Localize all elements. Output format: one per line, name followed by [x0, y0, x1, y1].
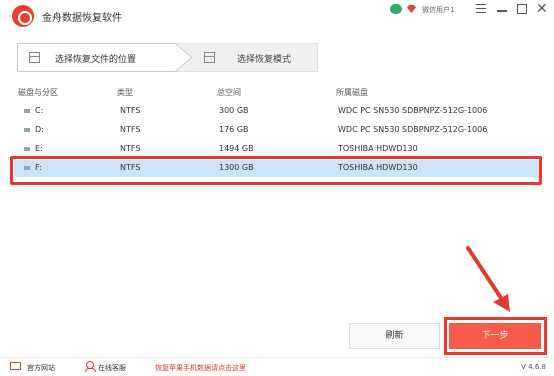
header-partition[interactable]: 磁盘与分区 — [18, 87, 58, 98]
vip-icon[interactable] — [407, 5, 416, 13]
wechat-icon[interactable] — [390, 4, 402, 14]
menu-icon[interactable] — [476, 4, 486, 13]
promo-link[interactable]: 恢复苹果手机数据请点击这里 — [155, 363, 246, 373]
cell-size: 176 GB — [219, 125, 249, 134]
step-recovery-mode-label: 选择恢复模式 — [237, 55, 292, 65]
step-recovery-mode: 选择恢复模式 — [177, 43, 318, 72]
cell-disk: TOSHIBA HDWD130 — [338, 144, 418, 153]
app-logo-icon — [12, 5, 34, 27]
cell-type: NTFS — [120, 144, 141, 153]
cell-disk: WDC PC SN530 SDBPNPZ-512G-1006 — [338, 106, 488, 115]
maximize-icon[interactable] — [517, 4, 527, 14]
drive-icon — [24, 128, 30, 132]
pointer-arrow-icon — [466, 246, 510, 312]
step-location: 选择恢复文件的位置 — [17, 43, 177, 72]
user-name[interactable]: 微信用户1 — [422, 5, 454, 15]
table-row[interactable]: C: NTFS 300 GB WDC PC SN530 SDBPNPZ-512G… — [14, 103, 540, 120]
step-location-icon — [29, 52, 40, 63]
close-icon[interactable]: ✕ — [536, 2, 548, 16]
service-link[interactable]: 在线客服 — [98, 363, 126, 373]
cell-type: NTFS — [120, 106, 141, 115]
next-button[interactable]: 下一步 — [449, 323, 541, 349]
table-row[interactable]: D: NTFS 176 GB WDC PC SN530 SDBPNPZ-512G… — [14, 122, 540, 139]
cell-partition: C: — [35, 106, 44, 115]
service-icon[interactable] — [85, 361, 96, 372]
cell-partition: D: — [35, 125, 44, 134]
drive-icon — [24, 109, 30, 113]
drive-icon — [24, 147, 30, 151]
header-size[interactable]: 总空间 — [217, 87, 241, 98]
title-bar: 金舟数据恢复软件 微信用户1 ✕ — [0, 0, 554, 32]
header-disk[interactable]: 所属磁盘 — [336, 87, 368, 98]
website-icon[interactable] — [10, 362, 21, 370]
selected-row-highlight — [10, 156, 542, 185]
step-mode-icon — [204, 52, 215, 63]
footer: 官方网站 在线客服 恢复苹果手机数据请点击这里 V 4.6.8 — [0, 357, 554, 376]
app-title: 金舟数据恢复软件 — [42, 13, 122, 24]
step-location-label: 选择恢复文件的位置 — [55, 55, 137, 65]
cell-partition: E: — [35, 144, 43, 153]
minimize-icon[interactable] — [497, 10, 507, 12]
step-indicator: 选择恢复模式 选择恢复文件的位置 — [17, 43, 318, 72]
header-type[interactable]: 类型 — [117, 87, 133, 98]
cell-disk: WDC PC SN530 SDBPNPZ-512G-1006 — [338, 125, 488, 134]
website-link[interactable]: 官方网站 — [27, 363, 55, 373]
version-label: V 4.6.8 — [521, 363, 546, 371]
cell-size: 1494 GB — [219, 144, 254, 153]
cell-type: NTFS — [120, 125, 141, 134]
cell-size: 300 GB — [219, 106, 249, 115]
refresh-button[interactable]: 刷新 — [349, 323, 440, 349]
